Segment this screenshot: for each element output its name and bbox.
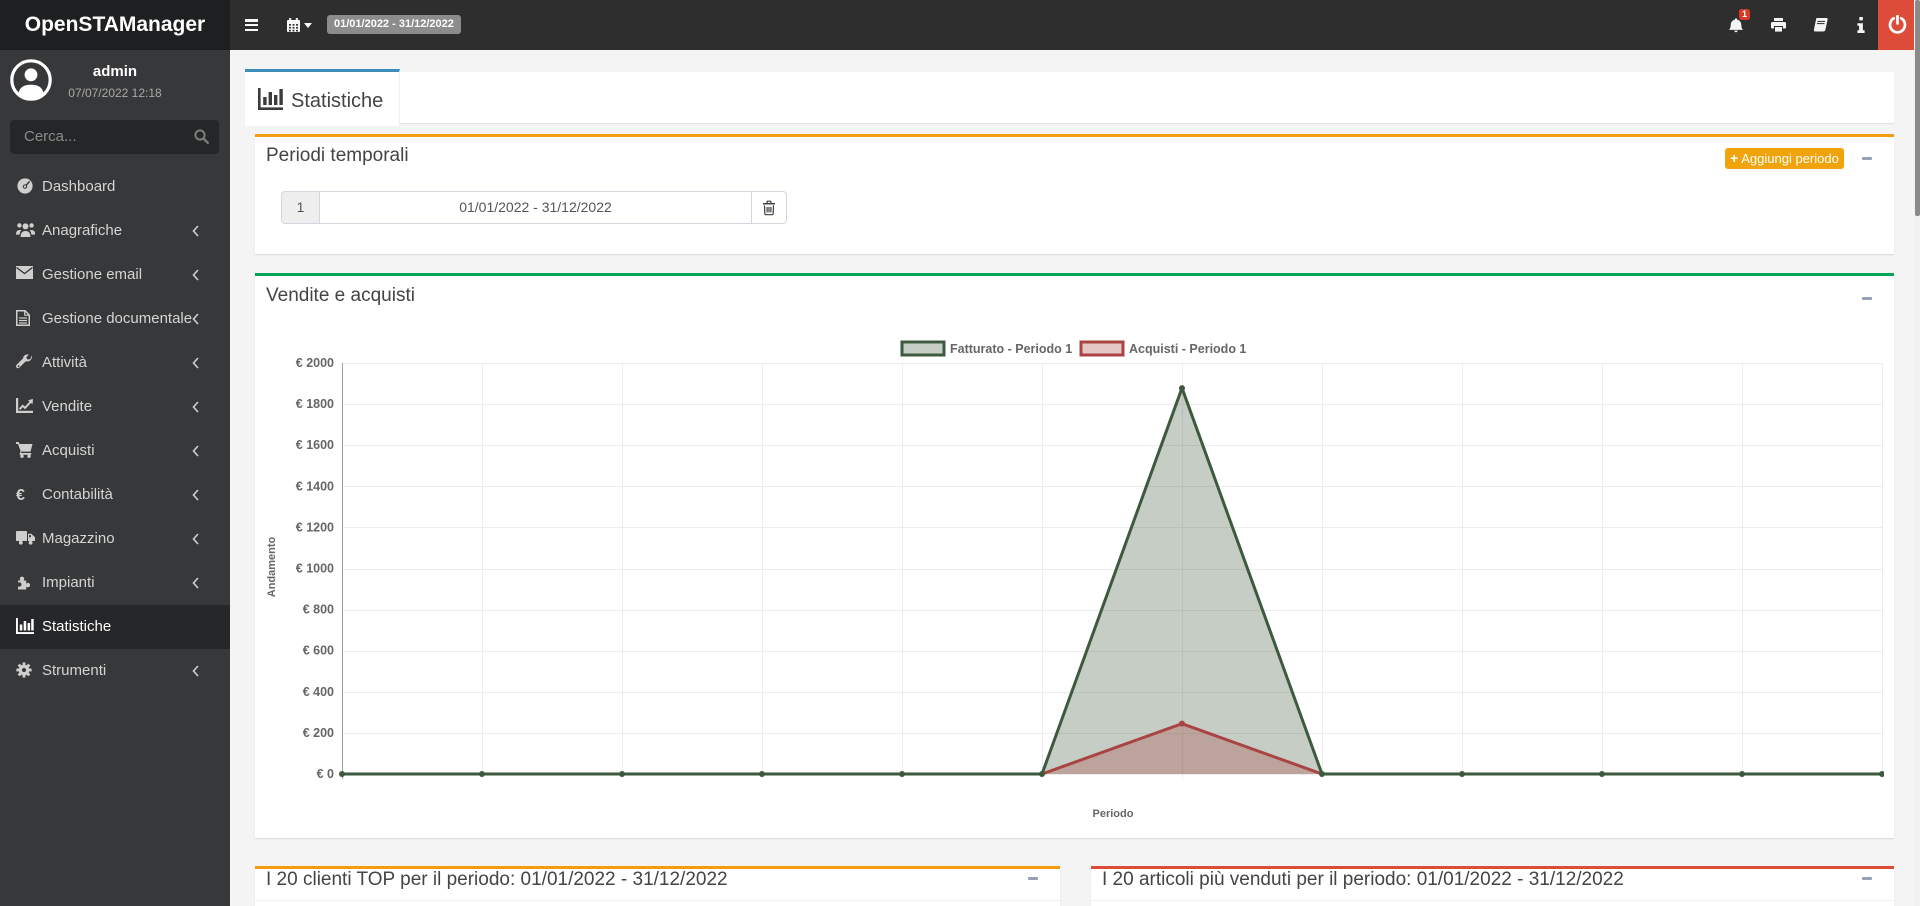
svg-text:€ 200: € 200 <box>303 726 334 740</box>
svg-text:€ 0: € 0 <box>317 767 334 781</box>
svg-text:Andamento: Andamento <box>266 536 278 597</box>
svg-text:€ 2000: € 2000 <box>296 356 334 370</box>
svg-text:€ 800: € 800 <box>303 603 334 617</box>
svg-text:€ 1800: € 1800 <box>296 397 334 411</box>
svg-text:Acquisti - Periodo 1: Acquisti - Periodo 1 <box>1129 342 1246 356</box>
svg-text:€ 1000: € 1000 <box>296 562 334 576</box>
svg-text:€ 1200: € 1200 <box>296 520 334 534</box>
svg-text:€ 400: € 400 <box>303 685 334 699</box>
svg-text:€: € <box>16 487 25 503</box>
svg-text:Fatturato - Periodo 1: Fatturato - Periodo 1 <box>950 342 1072 356</box>
svg-text:€ 600: € 600 <box>303 644 334 658</box>
svg-text:Periodo: Periodo <box>1093 808 1134 820</box>
svg-text:€ 1600: € 1600 <box>296 438 334 452</box>
svg-text:€ 1400: € 1400 <box>296 479 334 493</box>
